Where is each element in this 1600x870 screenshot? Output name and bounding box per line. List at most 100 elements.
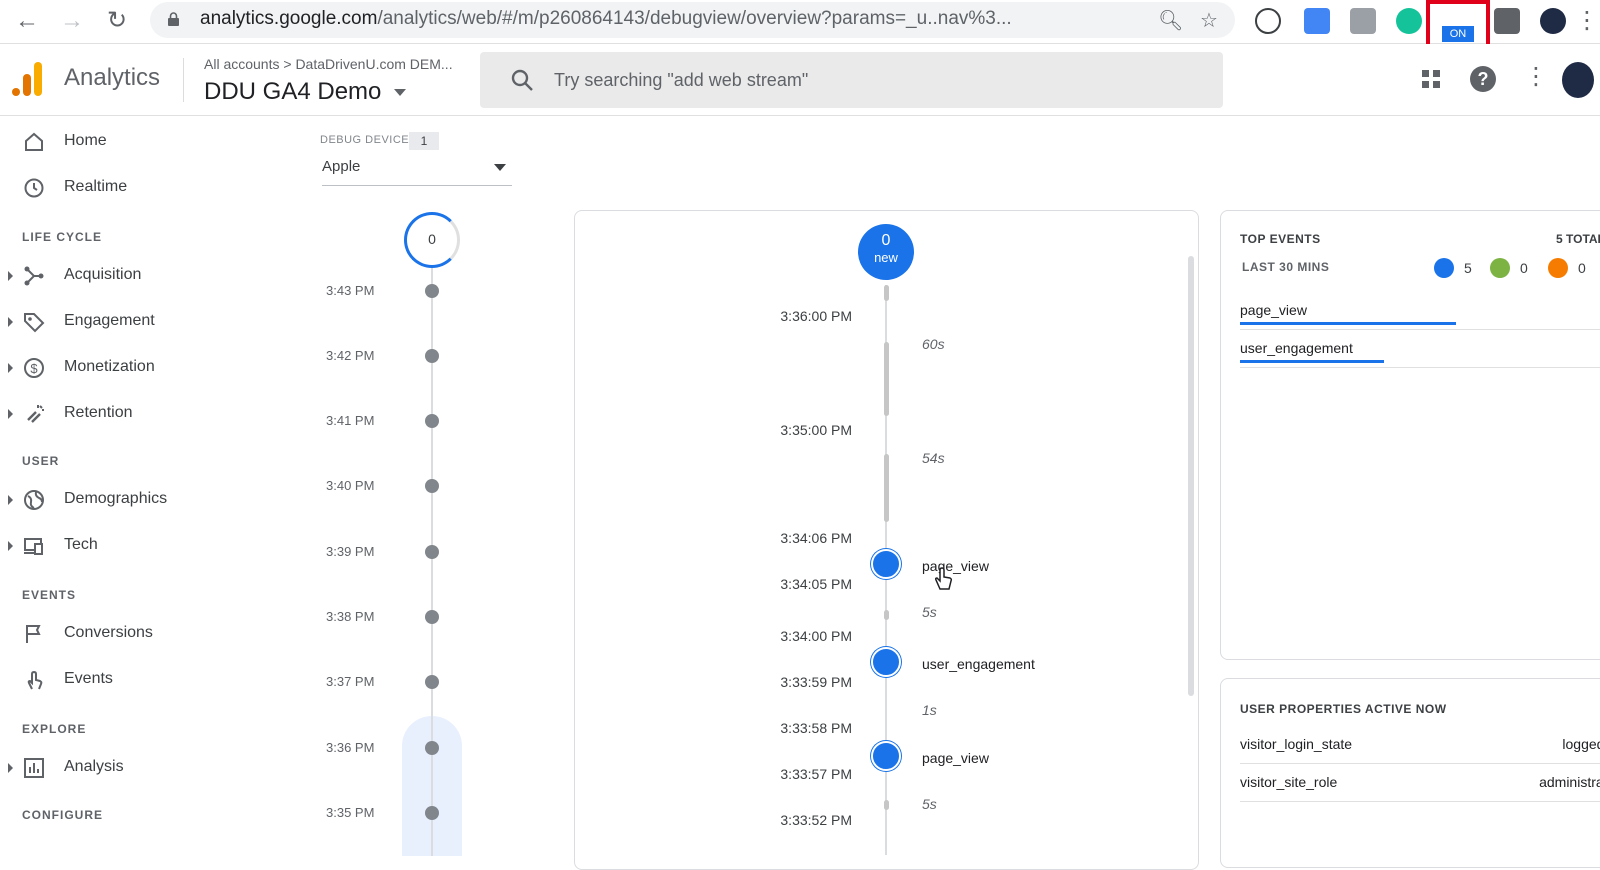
nav-label: Events (64, 670, 113, 687)
password-manager-icon[interactable] (1255, 8, 1281, 34)
debug-device-select[interactable]: Apple (322, 150, 512, 186)
devices-icon (24, 538, 43, 555)
search-placeholder: Try searching "add web stream" (554, 70, 809, 90)
browser-menu-icon[interactable]: ⋮ (1575, 4, 1599, 38)
nav-label: Realtime (64, 178, 128, 195)
nav-label: Monetization (64, 358, 155, 375)
nav-events[interactable]: Events (0, 660, 300, 700)
minute-dot[interactable] (425, 675, 439, 689)
nav-monetization[interactable]: $ Monetization (0, 348, 300, 388)
nav-home[interactable]: Home (0, 122, 300, 162)
search-bar[interactable]: Try searching "add web stream" (480, 52, 1223, 108)
minute-dot[interactable] (425, 806, 439, 820)
second-time-label: 3:33:57 PM (780, 766, 852, 782)
duration-label: 1s (922, 702, 937, 718)
grammarly-icon[interactable] (1396, 8, 1422, 34)
section-configure: CONFIGURE (22, 808, 103, 822)
duration-label: 54s (922, 450, 945, 466)
puzzle-extensions-icon[interactable] (1494, 8, 1520, 34)
debug-device-value: Apple (322, 158, 361, 175)
minute-label: 3:38 PM (326, 609, 375, 624)
second-time-label: 3:36:00 PM (780, 308, 852, 324)
event-name[interactable]: user_engagement (922, 656, 1035, 672)
minute-dot[interactable] (425, 610, 439, 624)
event-name[interactable]: page_view (922, 558, 989, 574)
minute-dot[interactable] (425, 741, 439, 755)
analytics-logo-icon (12, 62, 42, 96)
top-event-row[interactable]: page_view (1240, 292, 1600, 330)
minute-label: 3:42 PM (326, 348, 375, 363)
nav-label: Tech (64, 536, 98, 553)
expand-caret-icon (8, 541, 13, 551)
nav-retention[interactable]: Retention (0, 394, 300, 434)
second-time-label: 3:33:52 PM (780, 812, 852, 828)
minute-dot[interactable] (425, 284, 439, 298)
second-time-label: 3:34:06 PM (780, 530, 852, 546)
minute-dot[interactable] (425, 414, 439, 428)
svg-text:$: $ (30, 361, 38, 376)
reload-icon[interactable]: ↻ (100, 4, 134, 38)
apps-grid-icon[interactable] (1420, 68, 1442, 90)
forward-arrow-icon[interactable]: → (55, 4, 89, 38)
nav-realtime[interactable]: Realtime (0, 168, 300, 208)
minute-counter: 0 (404, 212, 460, 268)
minute-dot[interactable] (425, 545, 439, 559)
event-touch-icon[interactable] (871, 647, 901, 677)
nav-conversions[interactable]: Conversions (0, 614, 300, 654)
second-time-label: 3:35:00 PM (780, 422, 852, 438)
nav-demographics[interactable]: Demographics (0, 480, 300, 520)
more-vert-icon[interactable]: ⋮ (1524, 62, 1548, 91)
nav-label: Home (64, 132, 107, 149)
event-name[interactable]: page_view (922, 750, 989, 766)
seconds-scrollbar[interactable] (1188, 256, 1194, 696)
extension-icon[interactable] (1304, 8, 1330, 34)
bookmark-star-icon[interactable]: ☆ (1200, 8, 1218, 33)
hand-cursor-icon (934, 567, 953, 590)
event-touch-icon[interactable] (871, 741, 901, 771)
user-property-row: visitor_login_state logged-in (1240, 726, 1600, 764)
section-events: EVENTS (22, 588, 77, 602)
help-icon[interactable]: ? (1470, 66, 1496, 92)
minute-label: 3:37 PM (326, 674, 375, 689)
minute-dot[interactable] (425, 349, 439, 363)
touch-icon (27, 670, 43, 690)
app-header: Analytics All accounts > DataDrivenU.com… (0, 44, 1600, 116)
nav-tech[interactable]: Tech (0, 526, 300, 566)
seconds-gap-bar (884, 454, 889, 522)
header-divider (183, 58, 184, 102)
section-explore: EXPLORE (22, 722, 87, 736)
error-count: 0 (1578, 260, 1586, 276)
clock-icon (24, 178, 44, 198)
nav-engagement[interactable]: Engagement (0, 302, 300, 342)
address-bar[interactable]: analytics.google.com/analytics/web/#/m/p… (150, 2, 1235, 38)
dropdown-arrow-icon (394, 89, 407, 97)
account-breadcrumb[interactable]: All accounts > DataDrivenU.com DEM... (204, 56, 453, 72)
duration-label: 5s (922, 796, 937, 812)
dropdown-arrow-icon (494, 164, 506, 171)
extension-on-badge: ON (1442, 26, 1474, 42)
zoom-icon[interactable]: 🔍︎ (1158, 8, 1183, 33)
browser-toolbar: ← → ↻ analytics.google.com/analytics/web… (0, 0, 1600, 50)
search-icon (511, 69, 533, 91)
back-arrow-icon[interactable]: ← (10, 4, 44, 38)
event-touch-icon[interactable] (871, 549, 901, 579)
property-selector[interactable]: DDU GA4 Demo (204, 78, 407, 106)
property-name: DDU GA4 Demo (204, 78, 382, 105)
nav-acquisition[interactable]: Acquisition (0, 256, 300, 296)
left-sidebar: Home Realtime LIFE CYCLE Acquisition Eng… (0, 116, 300, 850)
profile-avatar-icon[interactable] (1540, 8, 1566, 34)
top-events-total: 5 TOTAL (1556, 232, 1600, 246)
new-events-bubble[interactable]: 0 new (858, 224, 914, 280)
flag-icon (1490, 258, 1510, 278)
code-extension-icon[interactable] (1350, 8, 1376, 34)
tag-assistant-extension[interactable]: ON (1426, 0, 1490, 50)
top-event-row[interactable]: user_engagement (1240, 330, 1600, 368)
expand-caret-icon (8, 363, 13, 373)
top-event-name: page_view (1240, 302, 1307, 318)
minute-label: 3:36 PM (326, 740, 375, 755)
app-name: Analytics (64, 64, 161, 91)
account-avatar-icon[interactable] (1562, 62, 1594, 98)
nav-label: Retention (64, 404, 133, 421)
nav-analysis[interactable]: Analysis (0, 748, 300, 788)
minute-dot[interactable] (425, 479, 439, 493)
